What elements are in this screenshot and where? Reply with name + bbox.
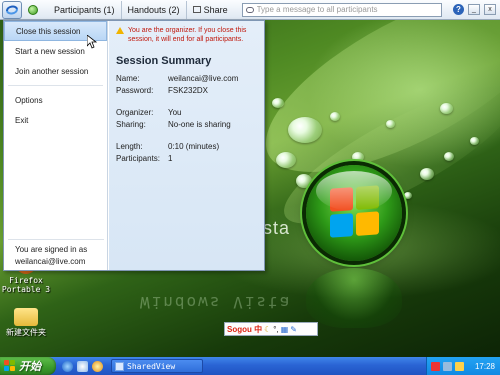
desktop-icon-label: 新建文件夹 xyxy=(6,328,46,337)
summary-key: Sharing: xyxy=(116,119,146,129)
sharedview-menu-button[interactable] xyxy=(2,0,22,19)
water-drop xyxy=(288,117,322,143)
share-icon xyxy=(192,6,201,13)
summary-value: 1 xyxy=(168,153,173,163)
warning-icon xyxy=(116,27,124,34)
summary-row-password: Password: FSK232DX xyxy=(116,84,264,96)
message-input[interactable] xyxy=(256,5,437,14)
wallpaper-vista-text: sta xyxy=(263,218,291,238)
session-menu-list: Close this session Start a new session J… xyxy=(4,21,108,270)
network-tray-icon[interactable] xyxy=(443,361,452,371)
ime-keyboard-icon[interactable]: ▦ xyxy=(281,325,289,334)
signed-in-email: weilancai@live.com xyxy=(15,257,86,266)
desktop-icon-label: Firefox xyxy=(9,276,43,285)
language-bar[interactable]: Sogou 中 ☾ °, ▦ ✎ xyxy=(224,322,318,336)
signed-in-label: You are signed in as xyxy=(15,245,88,254)
menu-divider xyxy=(8,85,103,86)
desktop-icon-label: Portable 3 xyxy=(1,285,51,294)
water-drop xyxy=(352,152,364,162)
quick-launch xyxy=(62,360,103,372)
summary-key: Name: xyxy=(116,73,140,83)
water-drop xyxy=(440,103,453,114)
share-button[interactable]: Share xyxy=(185,0,234,19)
clock[interactable]: 17:28 xyxy=(475,362,500,371)
system-tray: 17:28 xyxy=(426,357,500,375)
share-label: Share xyxy=(203,4,228,15)
water-drop xyxy=(404,192,412,199)
water-drop xyxy=(276,152,296,168)
summary-row-participants: Participants: 1 xyxy=(116,152,264,164)
sharedview-toolbar: Participants (1) Handouts (2) Share ? _ … xyxy=(0,0,500,20)
summary-row-organizer: Organizer: You xyxy=(116,106,264,118)
windows-flag-icon xyxy=(4,360,16,372)
close-button[interactable]: x xyxy=(484,4,496,15)
mouse-cursor-icon xyxy=(87,35,97,49)
water-drop xyxy=(444,152,454,161)
water-drop xyxy=(330,112,340,121)
menu-divider xyxy=(8,239,104,240)
desktop-icon-new-folder[interactable]: 新建文件夹 xyxy=(0,308,56,337)
show-desktop-icon[interactable] xyxy=(77,360,88,372)
taskbar-window-sharedview[interactable]: SharedView xyxy=(111,359,203,373)
session-menu: Close this session Start a new session J… xyxy=(3,20,265,271)
summary-value: You xyxy=(168,107,182,117)
summary-row-name: Name: weilancai@live.com xyxy=(116,72,264,84)
taskbar: 开始 SharedView 17:28 xyxy=(0,357,500,375)
summary-value: weilancai@live.com xyxy=(168,73,239,83)
handouts-label: Handouts (2) xyxy=(127,4,180,15)
chat-bubble-icon xyxy=(245,6,254,13)
windows-orb-logo xyxy=(306,165,402,261)
start-label: 开始 xyxy=(19,361,41,373)
summary-key: Length: xyxy=(116,141,143,151)
ime-settings-icon[interactable]: ✎ xyxy=(290,325,297,334)
folder-icon xyxy=(14,308,38,326)
handouts-button[interactable]: Handouts (2) xyxy=(120,0,186,19)
summary-key: Organizer: xyxy=(116,107,154,117)
water-drop xyxy=(470,137,479,145)
ime-punctuation-icon[interactable]: °, xyxy=(273,325,278,334)
sogou-ime-icon: Sogou 中 xyxy=(227,324,263,334)
summary-key: Participants: xyxy=(116,153,161,163)
organizer-warning: You are the organizer. If you close this… xyxy=(109,21,264,44)
menu-item-exit[interactable]: Exit xyxy=(4,110,107,130)
summary-row-length: Length: 0:10 (minutes) xyxy=(116,140,264,152)
media-player-icon[interactable] xyxy=(92,360,103,372)
start-button[interactable]: 开始 xyxy=(0,357,56,375)
summary-value: 0:10 (minutes) xyxy=(168,141,220,151)
sharedview-logo-icon xyxy=(6,5,18,14)
participants-label: Participants (1) xyxy=(54,4,115,15)
minimize-button[interactable]: _ xyxy=(468,4,480,15)
menu-item-options[interactable]: Options xyxy=(4,90,107,110)
message-box[interactable] xyxy=(241,2,442,17)
water-drop xyxy=(386,120,395,128)
summary-row-sharing: Sharing: No-one is sharing xyxy=(116,118,264,130)
summary-key: Password: xyxy=(116,85,154,95)
summary-title: Session Summary xyxy=(116,55,212,67)
windows-orb-reflection xyxy=(306,268,402,328)
help-icon[interactable]: ? xyxy=(453,4,464,15)
wallpaper-reflection-text: Windows Vista xyxy=(140,293,292,312)
sogou-tray-icon[interactable] xyxy=(431,361,440,371)
window-icon xyxy=(115,361,124,371)
warning-text: You are the organizer. If you close this… xyxy=(128,27,247,43)
summary-value: No-one is sharing xyxy=(168,119,231,129)
internet-explorer-icon[interactable] xyxy=(62,360,73,372)
water-drop xyxy=(296,174,312,188)
participants-button[interactable]: Participants (1) xyxy=(48,1,121,19)
session-summary-panel: You are the organizer. If you close this… xyxy=(109,21,264,270)
menu-item-join-session[interactable]: Join another session xyxy=(4,61,107,81)
summary-value: FSK232DX xyxy=(168,85,209,95)
signed-in-info: You are signed in as weilancai@live.com xyxy=(15,244,87,268)
taskbar-window-label: SharedView xyxy=(127,361,176,371)
water-drop xyxy=(420,168,434,180)
water-drop xyxy=(272,98,284,108)
ime-moon-icon[interactable]: ☾ xyxy=(264,325,271,334)
volume-tray-icon[interactable] xyxy=(455,361,464,371)
connection-status-icon xyxy=(28,4,38,15)
